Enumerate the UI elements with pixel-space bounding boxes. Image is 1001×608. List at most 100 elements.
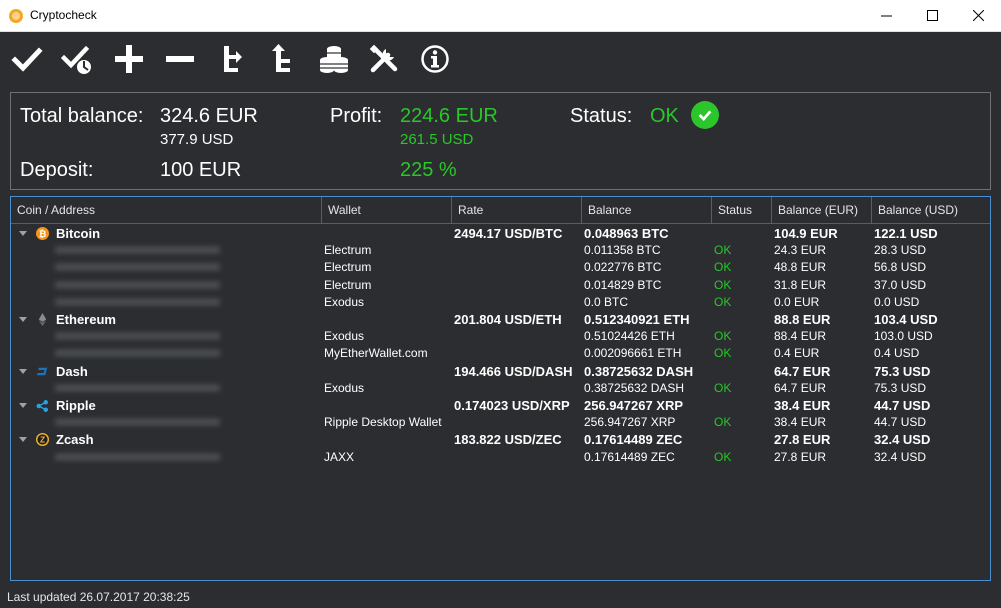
coin-rate: 2494.17 USD/BTC xyxy=(454,226,563,241)
maximize-icon xyxy=(926,10,938,21)
address-balance: 0.38725632 DASH xyxy=(584,380,685,395)
address-balance-eur: 31.8 EUR xyxy=(774,277,827,292)
coin-row-dash[interactable]: Dash 194.466 USD/DASH 0.38725632 DASH 64.7 … xyxy=(11,363,990,380)
coins-button[interactable] xyxy=(316,41,352,77)
address-balance-usd: 75.3 USD xyxy=(874,380,927,395)
address-balance-eur: 27.8 EUR xyxy=(774,449,827,464)
expand-arrow-icon[interactable] xyxy=(19,403,27,408)
settings-tools-icon xyxy=(369,44,398,73)
address-balance-eur: 48.8 EUR xyxy=(774,260,827,275)
column-header-rate[interactable]: Rate xyxy=(452,197,582,223)
summary-panel: Total balance: 324.6 EUR 377.9 USD Depos… xyxy=(10,92,991,190)
check-all-icon xyxy=(61,45,91,74)
address-status: OK xyxy=(714,329,732,344)
check-button[interactable] xyxy=(9,41,45,77)
cryptocheck-app-icon xyxy=(9,9,23,23)
add-button[interactable] xyxy=(111,41,147,77)
column-header-balance-usd[interactable]: Balance (USD) xyxy=(872,197,990,223)
column-header-coin[interactable]: Coin / Address xyxy=(11,197,322,223)
column-header-status[interactable]: Status xyxy=(712,197,772,223)
check-all-button[interactable] xyxy=(59,41,95,77)
coin-balance: 0.048963 BTC xyxy=(584,226,669,241)
expand-tree-button[interactable] xyxy=(265,41,301,77)
coin-row-ethereum[interactable]: Ethereum 201.804 USD/ETH 0.512340921 ETH 88… xyxy=(11,311,990,328)
address-row[interactable]: xxxxxxxxxxxxxxxxxxxxxxxxxxxxxx Electrum 0.… xyxy=(11,242,990,259)
address-status: OK xyxy=(714,380,732,395)
status-label: Status: xyxy=(570,105,633,127)
address-status: OK xyxy=(714,277,732,292)
address-row[interactable]: xxxxxxxxxxxxxxxxxxxxxxxxxxxxxx Exodus 0.51… xyxy=(11,328,990,345)
minimize-button[interactable] xyxy=(863,0,909,31)
address-wallet: Exodus xyxy=(324,380,365,395)
address-row[interactable]: xxxxxxxxxxxxxxxxxxxxxxxxxxxxxx Exodus 0.38… xyxy=(11,380,990,397)
coin-rate: 194.466 USD/DASH xyxy=(454,363,573,379)
expand-arrow-icon[interactable] xyxy=(19,231,27,236)
address-row[interactable]: xxxxxxxxxxxxxxxxxxxxxxxxxxxxxx Ripple Des… xyxy=(11,414,990,431)
close-button[interactable] xyxy=(955,0,1001,31)
table-header: Coin / Address Wallet Rate Balance Statu… xyxy=(11,197,990,224)
address-wallet: JAXX xyxy=(324,449,355,464)
coin-row-zcash[interactable]: Z Zcash 183.822 USD/ZEC 0.17614489 ZEC 27.8 … xyxy=(11,431,990,448)
remove-button[interactable] xyxy=(162,41,198,77)
coin-rate: 0.174023 USD/XRP xyxy=(454,398,570,413)
profit-usd: 261.5 USD xyxy=(400,131,474,148)
settings-button[interactable] xyxy=(366,41,402,77)
address-blurred: xxxxxxxxxxxxxxxxxxxxxxxxxxxxxx xyxy=(55,381,220,394)
coin-name: Bitcoin xyxy=(56,226,101,241)
collapse-tree-button[interactable] xyxy=(214,41,250,77)
expand-arrow-icon[interactable] xyxy=(19,437,27,443)
column-header-balance[interactable]: Balance xyxy=(582,197,712,223)
svg-text:₿: ₿ xyxy=(39,229,47,239)
coin-row-ripple[interactable]: Ripple 0.174023 USD/XRP 256.947267 XRP 38.4… xyxy=(11,397,990,414)
address-row[interactable]: xxxxxxxxxxxxxxxxxxxxxxxxxxxxxx JAXX 0.1761… xyxy=(11,449,990,466)
address-wallet: Exodus xyxy=(324,294,365,309)
address-balance: 0.51024426 ETH xyxy=(584,329,675,344)
coin-balance-eur: 38.4 EUR xyxy=(774,398,831,413)
expand-arrow-icon[interactable] xyxy=(19,317,27,322)
address-balance-usd: 56.8 USD xyxy=(874,260,927,275)
maximize-button[interactable] xyxy=(909,0,955,31)
address-balance-eur: 0.0 EUR xyxy=(774,294,820,309)
column-header-wallet[interactable]: Wallet xyxy=(322,197,452,223)
address-balance-usd: 103.0 USD xyxy=(874,329,933,344)
address-row[interactable]: xxxxxxxxxxxxxxxxxxxxxxxxxxxxxx MyEtherWal… xyxy=(11,345,990,362)
address-balance-usd: 28.3 USD xyxy=(874,243,927,258)
coin-balance-usd: 44.7 USD xyxy=(874,398,931,413)
coin-row-bitcoin[interactable]: ₿ Bitcoin 2494.17 USD/BTC 0.048963 BTC 104.9… xyxy=(11,225,990,242)
zcash-icon: Z xyxy=(36,433,49,447)
info-button[interactable] xyxy=(417,41,453,77)
coin-balance: 0.512340921 ETH xyxy=(584,312,690,327)
address-balance: 0.014829 BTC xyxy=(584,277,662,292)
check-icon xyxy=(11,47,43,72)
address-row[interactable]: xxxxxxxxxxxxxxxxxxxxxxxxxxxxxx Electrum 0.… xyxy=(11,277,990,294)
coin-balance-eur: 104.9 EUR xyxy=(774,226,838,241)
address-balance-usd: 44.7 USD xyxy=(874,415,927,430)
minimize-icon xyxy=(880,15,892,17)
coin-table: Coin / Address Wallet Rate Balance Statu… xyxy=(10,196,991,581)
coin-rate: 183.822 USD/ZEC xyxy=(454,432,562,448)
status-value: OK xyxy=(650,105,679,127)
deposit-label: Deposit: xyxy=(20,159,94,181)
coin-balance-usd: 122.1 USD xyxy=(874,226,938,241)
coins-icon xyxy=(320,46,348,73)
status-ok-icon xyxy=(691,101,719,129)
address-blurred: xxxxxxxxxxxxxxxxxxxxxxxxxxxxxx xyxy=(55,450,220,463)
address-balance: 0.011358 BTC xyxy=(584,243,661,258)
address-balance-eur: 24.3 EUR xyxy=(774,243,827,258)
address-row[interactable]: xxxxxxxxxxxxxxxxxxxxxxxxxxxxxx Exodus 0.0 … xyxy=(11,294,990,311)
address-balance: 0.002096661 ETH xyxy=(584,346,682,361)
expand-tree-icon xyxy=(272,44,290,72)
coin-rate: 201.804 USD/ETH xyxy=(454,312,562,327)
expand-arrow-icon[interactable] xyxy=(19,368,27,374)
column-header-balance-eur[interactable]: Balance (EUR) xyxy=(772,197,872,223)
address-wallet: Exodus xyxy=(324,329,365,344)
remove-icon xyxy=(166,56,194,62)
svg-text:Z: Z xyxy=(40,435,45,445)
address-blurred: xxxxxxxxxxxxxxxxxxxxxxxxxxxxxx xyxy=(55,416,220,429)
address-wallet: Ripple Desktop Wallet xyxy=(324,415,442,430)
coin-name: Ethereum xyxy=(56,312,116,327)
address-balance-eur: 0.4 EUR xyxy=(774,346,820,361)
address-row[interactable]: xxxxxxxxxxxxxxxxxxxxxxxxxxxxxx Electrum 0.… xyxy=(11,259,990,276)
coin-balance: 0.17614489 ZEC xyxy=(584,432,683,448)
ripple-icon xyxy=(36,399,49,412)
